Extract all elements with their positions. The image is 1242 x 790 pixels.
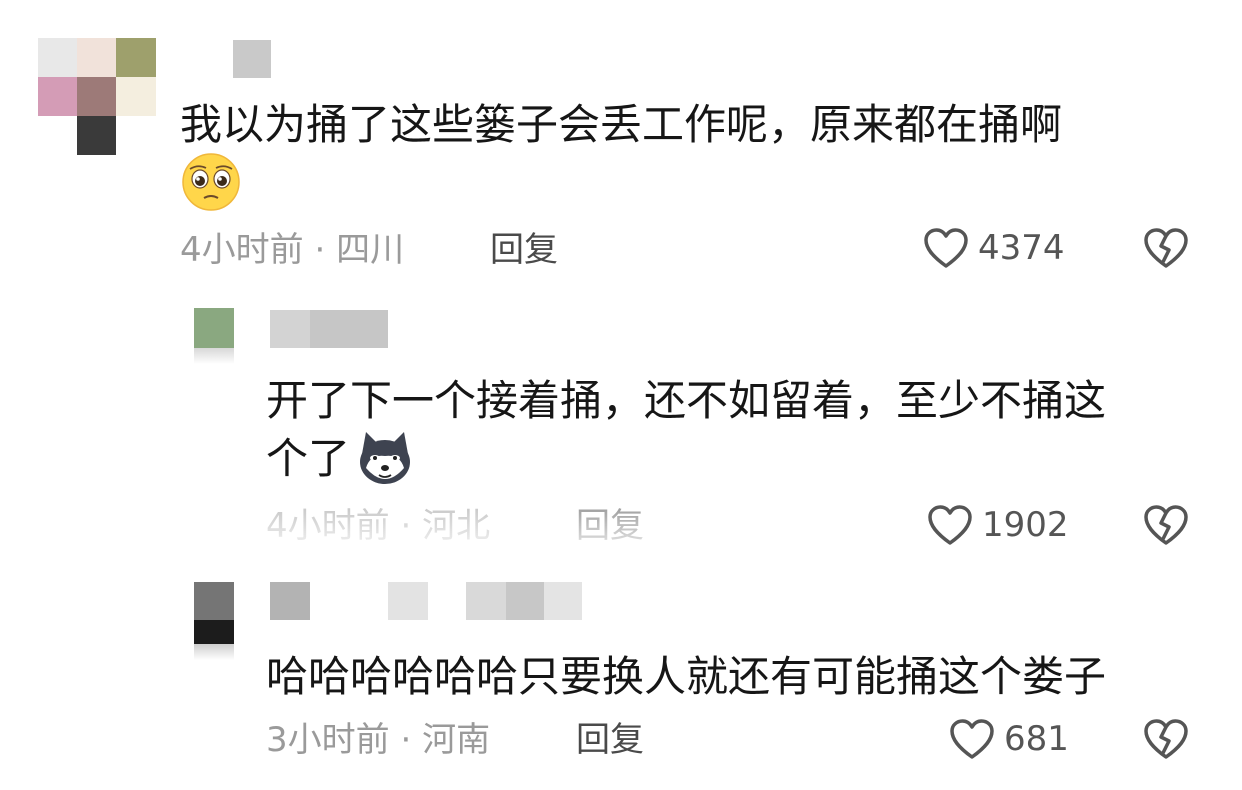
comment-text: 我以为捅了这些篓子会丢工作呢，原来都在捅啊 [180, 100, 1063, 149]
reply-button[interactable]: 回复 [576, 720, 644, 760]
comment-location: 河南 [422, 720, 491, 760]
comment-time: 4小时前 [180, 230, 304, 270]
comment-location: 四川 [336, 230, 405, 270]
broken-heart-icon [1142, 717, 1190, 761]
avatar[interactable] [194, 308, 234, 364]
comment-meta: 3小时前 · 河南 [266, 720, 490, 760]
meta-separator: · [314, 230, 326, 270]
husky-dog-face-emoji [356, 430, 414, 486]
comment-text-line-2: 个了 [266, 434, 351, 483]
comment-text-line-1: 开了下一个接着捅，还不如留着，至少不捅这 [266, 376, 1107, 425]
dislike-button[interactable] [1142, 717, 1190, 761]
like-count: 1902 [982, 505, 1069, 545]
broken-heart-icon [1142, 226, 1190, 270]
dislike-button[interactable] [1142, 503, 1190, 547]
pleading-face-emoji [180, 152, 242, 212]
comment-time: 3小时前 [266, 720, 390, 760]
like-button[interactable]: 681 [948, 717, 1069, 761]
comment-meta: 4小时前 · 河北 [266, 506, 490, 546]
reply-button[interactable]: 回复 [490, 230, 558, 270]
heart-outline-icon [922, 226, 970, 270]
comment-meta: 4小时前 · 四川 [180, 230, 404, 270]
reply-button[interactable]: 回复 [576, 506, 644, 546]
avatar[interactable] [38, 38, 156, 156]
comment-location: 河北 [422, 506, 491, 546]
avatar[interactable] [194, 582, 234, 660]
like-button[interactable]: 4374 [922, 226, 1065, 270]
meta-separator: · [400, 506, 412, 546]
like-count: 681 [1004, 719, 1069, 759]
like-button[interactable]: 1902 [926, 503, 1069, 547]
username[interactable] [270, 310, 388, 348]
heart-outline-icon [926, 503, 974, 547]
broken-heart-icon [1142, 503, 1190, 547]
username[interactable] [233, 40, 271, 78]
comment-time: 4小时前 [266, 506, 390, 546]
meta-separator: · [400, 720, 412, 760]
username[interactable] [270, 582, 582, 620]
comment-text: 哈哈哈哈哈哈只要换人就还有可能捅这个娄子 [266, 652, 1107, 701]
heart-outline-icon [948, 717, 996, 761]
like-count: 4374 [978, 228, 1065, 268]
dislike-button[interactable] [1142, 226, 1190, 270]
